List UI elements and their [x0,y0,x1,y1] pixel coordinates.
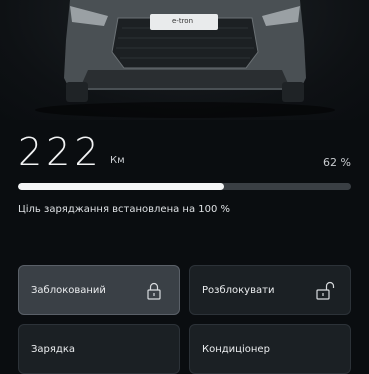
car-image: e-tron [0,0,369,120]
unlock-button[interactable]: Розблокувати [189,265,351,315]
charge-progress-fill [18,183,225,190]
charging-button[interactable]: Зарядка [18,324,180,374]
tile-label: Заблокований [31,285,106,296]
car-badge: e-tron [172,17,194,25]
locked-status-button[interactable]: Заблокований [18,265,180,315]
lock-open-icon [314,280,336,302]
charge-progress-bar [18,183,351,190]
range-value: 222 [18,130,103,174]
lock-closed-icon [143,280,165,302]
climate-button[interactable]: Кондиціонер [189,324,351,374]
charge-target-text: Ціль заряджання встановлена на 100 % [18,204,231,215]
tile-label: Розблокувати [202,285,275,296]
range-unit: Км [110,155,125,166]
charge-percent: 62 % [323,156,351,169]
